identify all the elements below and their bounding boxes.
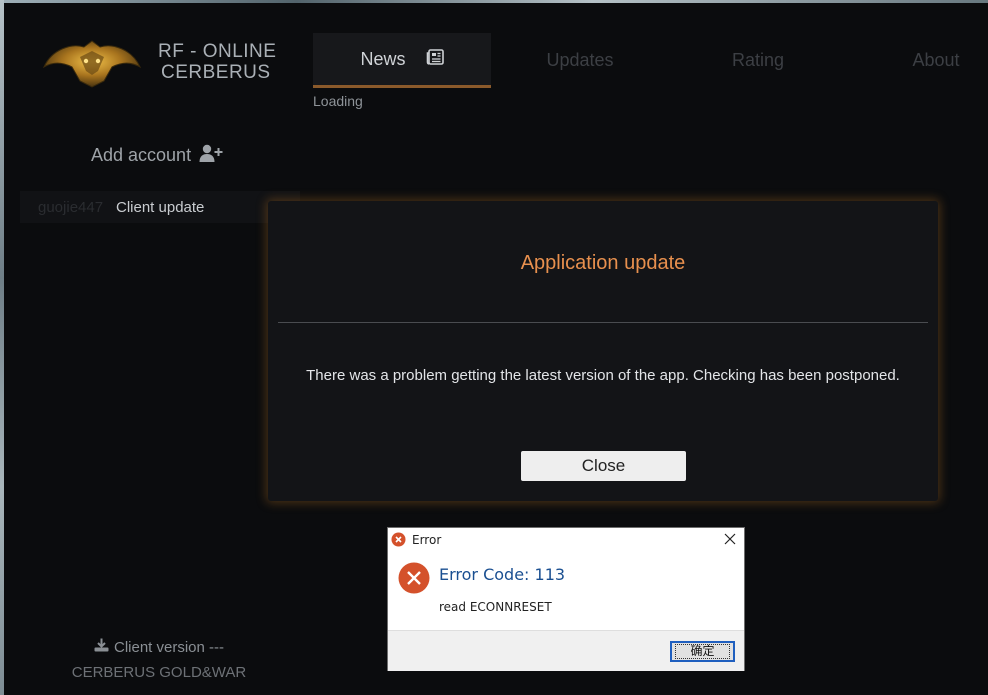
modal-title: Application update xyxy=(520,252,686,274)
ok-button[interactable]: 确定 xyxy=(670,641,735,662)
client-version: Client version --- xyxy=(4,638,314,656)
tab-rating[interactable]: Rating xyxy=(708,33,808,88)
logo xyxy=(42,37,142,89)
error-dialog-title: Error xyxy=(412,532,442,547)
close-button[interactable]: Close xyxy=(521,451,686,481)
ok-button-label: 确定 xyxy=(675,644,730,659)
error-detail: read ECONNRESET xyxy=(439,600,552,614)
tab-news[interactable]: News xyxy=(313,33,491,88)
tab-about-label: About xyxy=(912,50,960,70)
account-status: Client update xyxy=(116,198,205,216)
update-modal: Application update There was a problem g… xyxy=(268,201,938,501)
tab-about[interactable]: About xyxy=(894,33,978,88)
error-heading: Error Code: 113 xyxy=(439,565,566,584)
add-account-label: Add account xyxy=(91,145,192,165)
loading-status: Loading xyxy=(313,93,363,109)
error-x-icon xyxy=(398,562,430,594)
tab-rating-label: Rating xyxy=(731,50,785,70)
brand-title: RF - ONLINE CERBERUS xyxy=(158,41,276,83)
brand-line-2: CERBERUS xyxy=(161,62,271,83)
close-icon[interactable] xyxy=(722,531,738,547)
download-icon xyxy=(94,638,109,656)
newspaper-icon xyxy=(426,48,444,70)
error-dialog: Error Error Code: 113 read ECONNRESET 确定 xyxy=(387,527,745,671)
footer-brand: CERBERUS GOLD&WAR xyxy=(71,664,247,681)
account-row[interactable]: guojie447 Client update xyxy=(20,191,300,223)
error-x-icon xyxy=(391,532,406,547)
error-dialog-titlebar[interactable]: Error xyxy=(388,528,744,551)
client-version-text: Client version --- xyxy=(113,638,225,656)
account-name: guojie447 xyxy=(38,198,104,216)
modal-message: There was a problem getting the latest v… xyxy=(306,367,900,384)
tab-news-label: News xyxy=(360,48,406,69)
tab-updates-label: Updates xyxy=(546,50,614,70)
error-dialog-footer: 确定 xyxy=(388,630,744,671)
user-plus-icon xyxy=(199,143,223,168)
brand-line-1: RF - ONLINE xyxy=(158,41,277,62)
modal-divider xyxy=(278,322,928,323)
add-account-button[interactable]: Add account xyxy=(91,143,223,168)
tab-updates[interactable]: Updates xyxy=(525,33,635,88)
